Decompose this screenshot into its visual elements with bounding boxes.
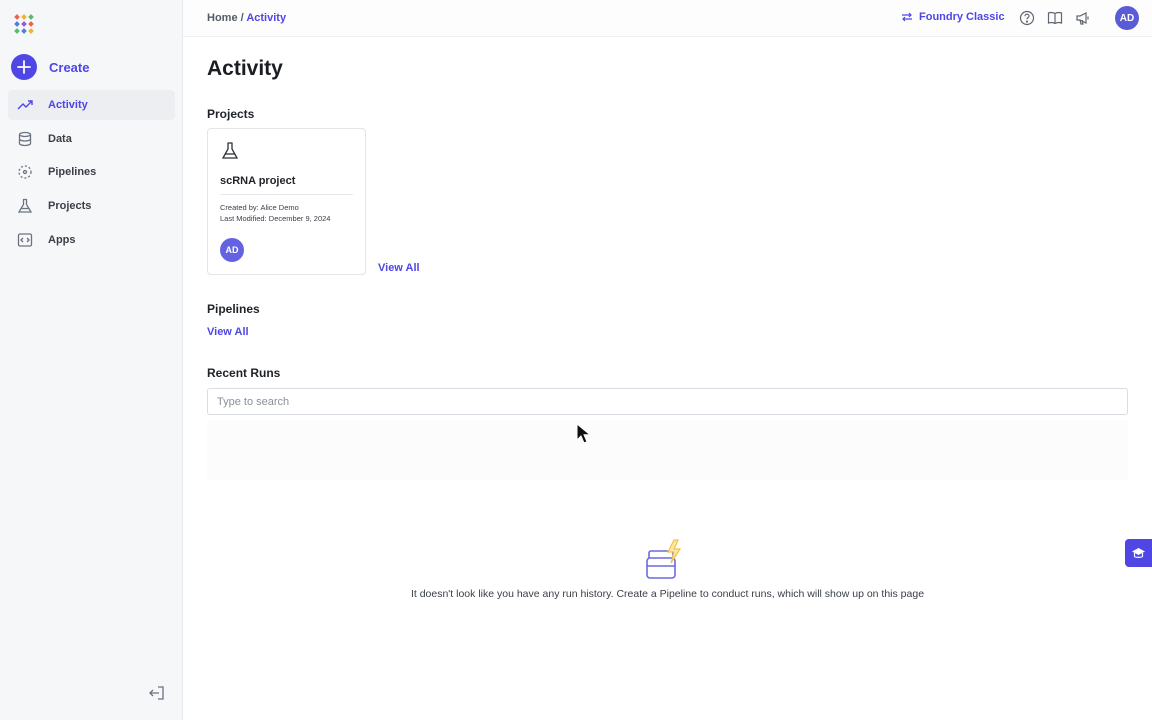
card-divider [220, 194, 353, 195]
breadcrumb-current: Activity [246, 12, 287, 24]
sidebar-item-projects[interactable]: Projects [8, 191, 175, 221]
megaphone-icon[interactable] [1075, 10, 1091, 26]
sidebar-item-label: Pipelines [48, 166, 97, 179]
project-title: scRNA project [220, 175, 296, 187]
pipeline-icon [16, 163, 34, 181]
sidebar-nav: Activity Data Pipelines Projects Apps [8, 90, 175, 258]
avatar: AD [220, 238, 244, 262]
projects-heading: Projects [207, 107, 255, 121]
project-card[interactable]: scRNA project Created by: Alice Demo Las… [207, 128, 366, 275]
app-window: Create Activity Data Pipelines Projects … [0, 0, 1152, 720]
book-icon[interactable] [1047, 10, 1063, 26]
foundry-classic-link[interactable]: Foundry Classic [901, 11, 1005, 23]
logout-icon[interactable] [148, 684, 166, 702]
sidebar-item-apps[interactable]: Apps [8, 225, 175, 255]
page-title: Activity [207, 57, 283, 80]
breadcrumb-home[interactable]: Home [207, 12, 238, 24]
help-icon[interactable] [1019, 10, 1035, 26]
sidebar-item-data[interactable]: Data [8, 124, 175, 154]
switch-icon [902, 12, 912, 22]
code-icon [16, 231, 34, 249]
database-icon [16, 130, 34, 148]
main-content: Home / Activity Foundry Classic AD Activ… [183, 0, 1152, 720]
trend-up-icon [16, 96, 34, 114]
breadcrumb: Home / Activity [207, 12, 286, 24]
sidebar-item-pipelines[interactable]: Pipelines [8, 157, 175, 187]
create-label: Create [49, 59, 90, 75]
foundry-classic-label: Foundry Classic [919, 11, 1005, 23]
sidebar-item-label: Data [48, 132, 72, 145]
pipelines-view-all-link[interactable]: View All [207, 326, 249, 338]
project-created-by: Created by: Alice Demo [220, 203, 299, 212]
pipelines-heading: Pipelines [207, 302, 260, 316]
sidebar: Create Activity Data Pipelines Projects … [0, 0, 183, 720]
top-bar: Home / Activity Foundry Classic AD [183, 0, 1152, 37]
user-avatar[interactable]: AD [1115, 6, 1139, 30]
flask-icon [16, 197, 34, 215]
project-last-modified: Last Modified: December 9, 2024 [220, 214, 331, 223]
search-input[interactable] [207, 388, 1128, 415]
flask-icon [221, 142, 239, 159]
empty-runs-icon [646, 539, 682, 579]
recent-runs-heading: Recent Runs [207, 366, 281, 380]
learning-help-tab[interactable] [1125, 539, 1152, 567]
projects-view-all-link[interactable]: View All [378, 262, 420, 274]
sidebar-item-activity[interactable]: Activity [8, 90, 175, 120]
graduation-cap-icon [1132, 547, 1145, 558]
create-button[interactable]: Create [11, 54, 89, 80]
plus-icon [11, 54, 37, 80]
runs-list [207, 420, 1128, 480]
app-logo-icon[interactable] [14, 14, 34, 34]
mouse-cursor-icon [576, 423, 590, 444]
breadcrumb-separator: / [237, 12, 247, 24]
sidebar-item-label: Apps [48, 233, 76, 246]
sidebar-item-label: Projects [48, 200, 92, 213]
sidebar-item-label: Activity [48, 99, 88, 111]
empty-runs-message: It doesn't look like you have any run hi… [410, 588, 925, 600]
